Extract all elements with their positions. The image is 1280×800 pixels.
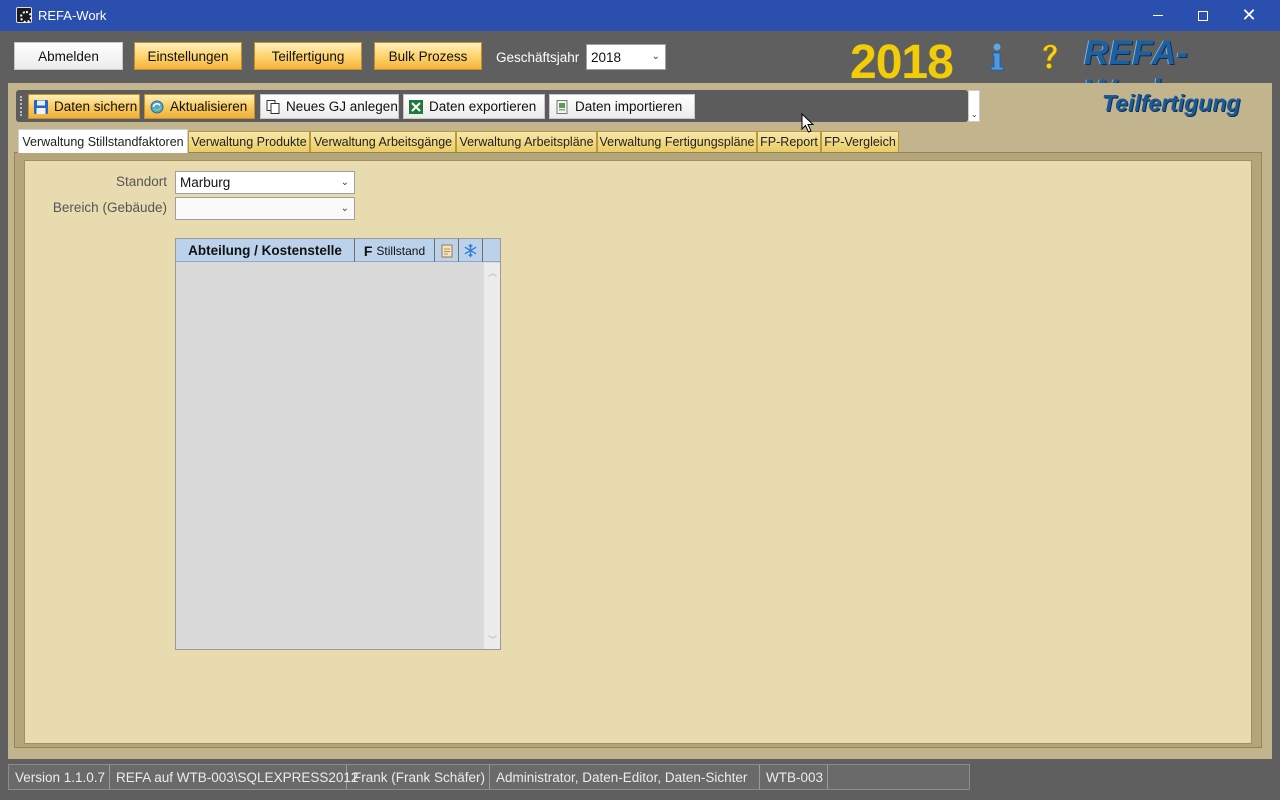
section-title: Teilfertigung (1102, 90, 1241, 116)
main-panel: Daten sichern Aktualisieren Neues GJ anl… (8, 83, 1272, 759)
title-bar: REFA-Work ✕ (0, 0, 1280, 31)
tab-fp-report[interactable]: FP-Report (757, 131, 821, 152)
settings-button[interactable]: Einstellungen (134, 42, 242, 70)
app-icon[interactable] (16, 7, 32, 23)
toolbar-overflow-button[interactable]: ⌄ (968, 90, 980, 122)
tab-production-plans[interactable]: Verwaltung Fertigungspläne (597, 131, 757, 152)
minimize-button[interactable] (1135, 0, 1181, 31)
tab-fp-comparison[interactable]: FP-Vergleich (821, 131, 899, 152)
scroll-down-icon[interactable]: ﹀ (484, 633, 501, 646)
toolbar: Daten sichern Aktualisieren Neues GJ anl… (16, 90, 968, 122)
partial-production-button[interactable]: Teilfertigung (254, 42, 362, 70)
current-year-display: 2018 (850, 36, 954, 89)
import-icon (556, 99, 568, 114)
excel-icon (409, 99, 423, 114)
maximize-icon (1198, 10, 1208, 21)
import-data-button[interactable]: Daten importieren (549, 94, 695, 119)
mouse-cursor (801, 113, 815, 133)
bulk-process-button[interactable]: Bulk Prozess (374, 42, 482, 70)
refresh-icon (150, 100, 164, 113)
tab-content: Standort Marburg ⌄ Bereich (Gebäude) ⌄ A… (14, 152, 1262, 748)
fiscal-year-select[interactable]: 2018 ⌄ (586, 44, 666, 70)
scroll-up-icon[interactable]: ︿ (484, 266, 501, 279)
area-label: Bereich (Gebäude) (52, 200, 167, 215)
note-icon (441, 244, 452, 257)
chevron-down-icon: ⌄ (651, 50, 660, 62)
close-button[interactable]: ✕ (1226, 0, 1272, 31)
tab-work-plans[interactable]: Verwaltung Arbeitspläne (456, 131, 597, 152)
import-data-label: Daten importieren (575, 99, 683, 114)
close-icon: ✕ (1241, 5, 1257, 25)
new-fiscal-year-label: Neues GJ anlegen (286, 99, 398, 114)
grid-body[interactable] (176, 263, 483, 649)
info-icon[interactable] (986, 39, 1008, 73)
factor-label: Stillstand (376, 243, 426, 258)
save-data-button[interactable]: Daten sichern (28, 94, 140, 119)
export-data-button[interactable]: Daten exportieren (403, 94, 545, 119)
status-bar: Version 1.1.0.7 REFA auf WTB-003\SQLEXPR… (8, 764, 970, 790)
refresh-label: Aktualisieren (170, 99, 248, 114)
copy-icon (266, 99, 280, 114)
logout-button[interactable]: Abmelden (14, 42, 123, 70)
tab-content-inner: Standort Marburg ⌄ Bereich (Gebäude) ⌄ A… (24, 160, 1252, 744)
window-title: REFA-Work (38, 8, 107, 23)
fiscal-year-value: 2018 (591, 49, 622, 65)
column-header-notes[interactable] (435, 239, 459, 262)
help-icon[interactable] (1038, 39, 1062, 73)
location-select[interactable]: Marburg ⌄ (175, 171, 355, 194)
chevron-down-icon: ⌄ (340, 202, 349, 214)
tab-operations[interactable]: Verwaltung Arbeitsgänge (310, 131, 456, 152)
export-data-label: Daten exportieren (429, 99, 537, 114)
area-select[interactable]: ⌄ (175, 197, 355, 220)
tab-downtime-factors[interactable]: Verwaltung Stillstandfaktoren (18, 129, 188, 153)
minimize-icon (1153, 15, 1163, 16)
grid-header: Abteilung / Kostenstelle F Stillstand (176, 239, 500, 262)
floppy-disk-icon (34, 99, 48, 114)
downtime-factor-grid: Abteilung / Kostenstelle F Stillstand ︿ … (175, 238, 501, 650)
location-label: Standort (115, 174, 167, 189)
grid-vertical-scrollbar[interactable]: ︿ ﹀ (483, 263, 500, 649)
overflow-icon: ⌄ (971, 110, 978, 119)
save-data-label: Daten sichern (54, 99, 138, 114)
new-fiscal-year-button[interactable]: Neues GJ anlegen (260, 94, 399, 119)
status-machine: WTB-003 (760, 765, 828, 789)
column-header-freeze[interactable] (459, 239, 483, 262)
status-roles: Administrator, Daten-Editor, Daten-Sicht… (490, 765, 760, 789)
column-header-downtime-factor[interactable]: F Stillstand (355, 239, 435, 262)
top-bar: Abmelden Einstellungen Teilfertigung Bul… (8, 31, 1272, 111)
chevron-down-icon: ⌄ (340, 176, 349, 188)
tab-products[interactable]: Verwaltung Produkte (188, 131, 310, 152)
column-header-department[interactable]: Abteilung / Kostenstelle (176, 239, 355, 262)
location-value: Marburg (180, 175, 231, 190)
factor-prefix: F (363, 242, 373, 259)
snowflake-icon (464, 243, 477, 258)
refresh-button[interactable]: Aktualisieren (144, 94, 255, 119)
fiscal-year-label: Geschäftsjahr (496, 50, 580, 65)
toolbar-grip[interactable] (20, 96, 23, 116)
status-version: Version 1.1.0.7 (9, 765, 110, 789)
status-connection: REFA auf WTB-003\SQLEXPRESS2012 (110, 765, 358, 789)
status-user: Frank (Frank Schäfer) (347, 765, 490, 789)
maximize-button[interactable] (1180, 0, 1226, 31)
